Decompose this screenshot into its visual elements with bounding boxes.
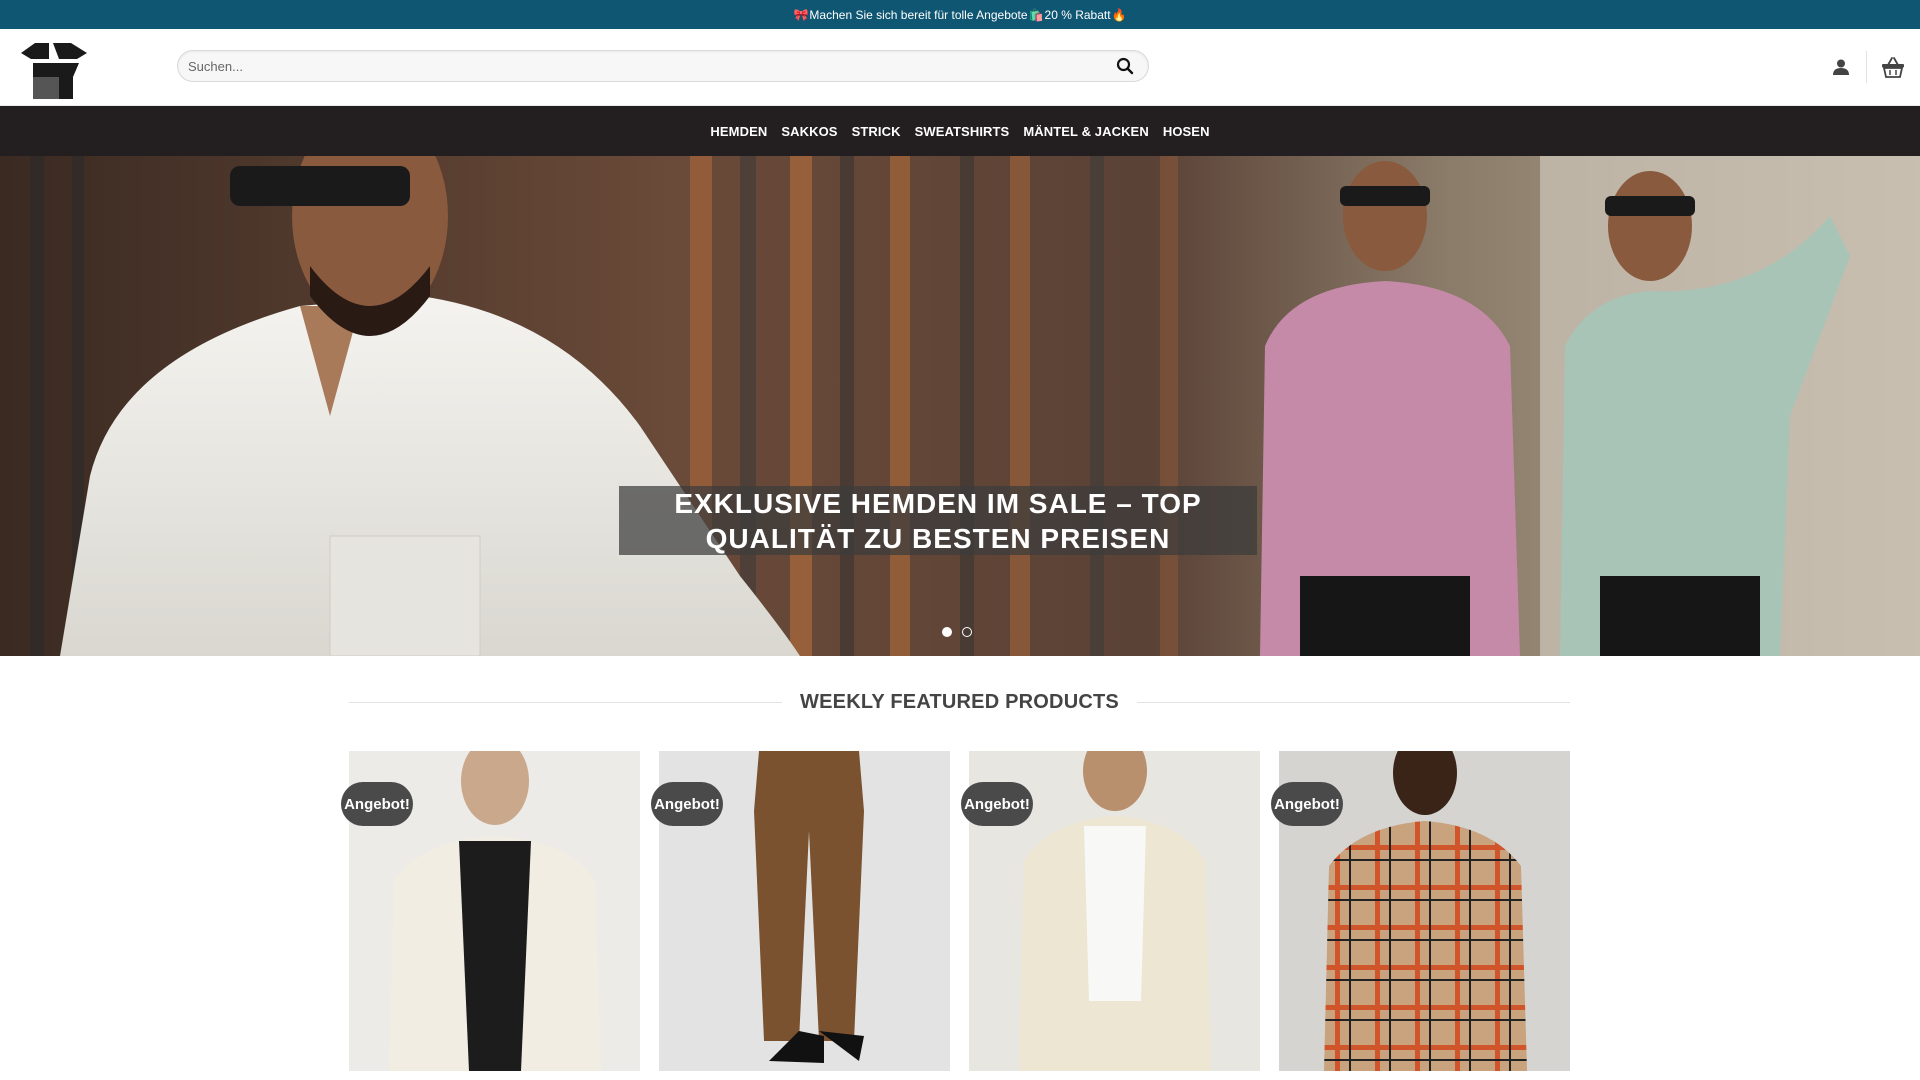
announcement-text-b: 20 % Rabatt [1044, 7, 1111, 22]
product-card[interactable]: Angebot! [1271, 751, 1570, 1071]
hero-caption-line1: EXKLUSIVE HEMDEN IM SALE – TOP [674, 487, 1202, 519]
product-card[interactable]: Angebot! [651, 751, 950, 1071]
nav-item-hosen[interactable]: HOSEN [1163, 124, 1210, 139]
nav-item-strick[interactable]: STRICK [852, 124, 901, 139]
title-divider-left [349, 701, 783, 703]
slider-dot-1[interactable] [942, 627, 952, 637]
sale-badge: Angebot! [961, 782, 1033, 826]
product-card[interactable]: Angebot! [961, 751, 1260, 1071]
hero-caption[interactable]: EXKLUSIVE HEMDEN IM SALE – TOP QUALITÄT … [619, 486, 1257, 555]
search-bar [177, 50, 1149, 82]
sale-badge: Angebot! [651, 782, 723, 826]
fire-emoji: 🔥 [1111, 7, 1127, 22]
user-icon[interactable] [1829, 55, 1853, 79]
slider-dot-2[interactable] [962, 627, 972, 637]
slider-dots [942, 627, 972, 637]
announcement-text-a: Machen Sie sich bereit für tolle Angebot… [809, 7, 1028, 22]
nav-item-maentel-jacken[interactable]: MÄNTEL & JACKEN [1023, 124, 1149, 139]
hero-image [0, 156, 1920, 656]
search-input[interactable] [178, 50, 1110, 82]
search-icon[interactable] [1110, 51, 1140, 81]
sale-badge: Angebot! [341, 782, 413, 826]
nav-item-hemden[interactable]: HEMDEN [710, 124, 767, 139]
header-divider [1866, 51, 1867, 83]
shopping-bag-emoji: 🛍️ [1028, 7, 1044, 22]
announcement-bar: 🎀 Machen Sie sich bereit für tolle Angeb… [0, 0, 1920, 29]
product-grid: Angebot! Angebot! Angebot! Angebot! [341, 751, 1570, 1071]
hero-slider[interactable]: EXKLUSIVE HEMDEN IM SALE – TOP QUALITÄT … [0, 156, 1920, 656]
basket-icon[interactable] [1881, 55, 1905, 79]
nav-item-sweatshirts[interactable]: SWEATSHIRTS [915, 124, 1010, 139]
product-card[interactable]: Angebot! [341, 751, 640, 1071]
sale-badge: Angebot! [1271, 782, 1343, 826]
main-nav: HEMDEN SAKKOS STRICK SWEATSHIRTS MÄNTEL … [0, 106, 1920, 156]
site-header [0, 29, 1920, 106]
featured-title: WEEKLY FEATURED PRODUCTS [800, 690, 1119, 713]
title-divider-right [1136, 701, 1570, 703]
logo-icon[interactable] [19, 37, 89, 101]
hero-caption-line2: QUALITÄT ZU BESTEN PREISEN [705, 522, 1171, 554]
ribbon-emoji: 🎀 [793, 7, 809, 22]
nav-item-sakkos[interactable]: SAKKOS [781, 124, 837, 139]
featured-section-title: WEEKLY FEATURED PRODUCTS [349, 690, 1570, 714]
